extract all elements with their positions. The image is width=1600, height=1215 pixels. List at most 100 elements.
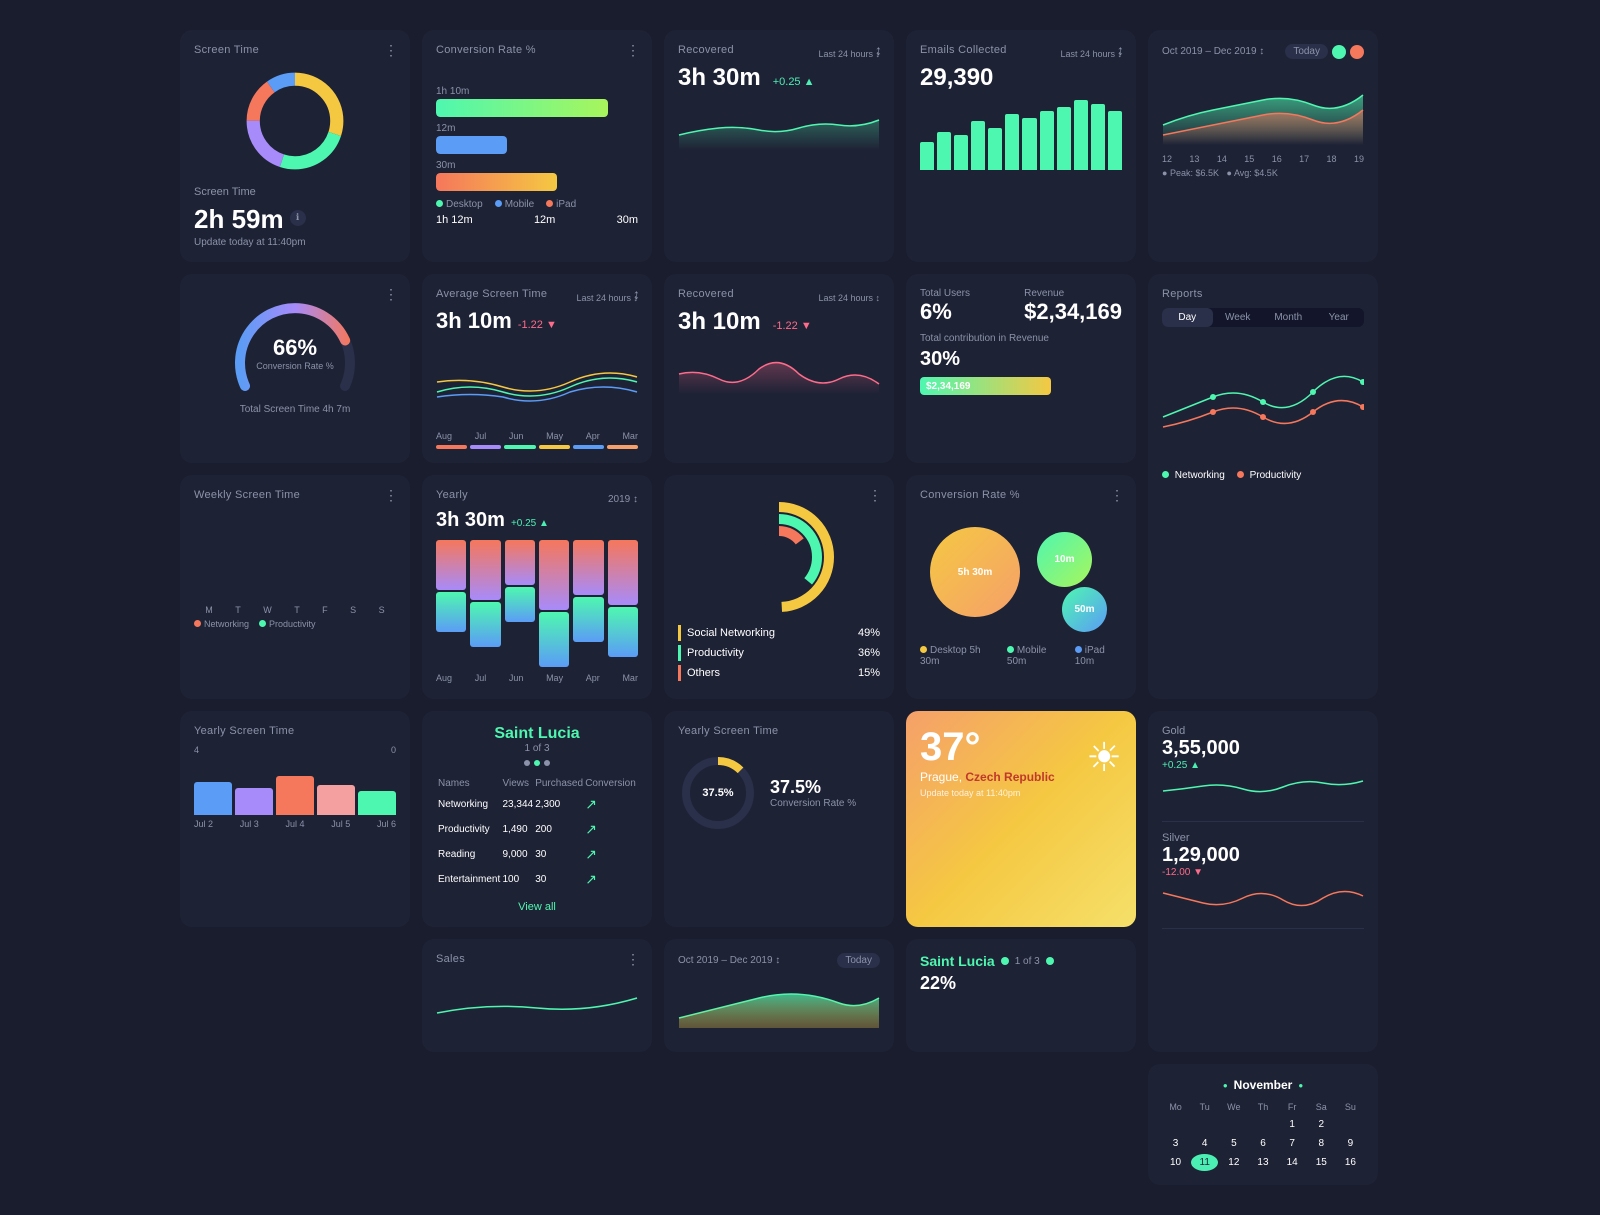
recovered-bottom-card: Recovered Last 24 hours ↕ 3h 10m -1.22 ▼ [664,274,894,463]
sales-menu[interactable]: ⋮ [626,951,640,968]
weather-temp: 37° [920,725,1055,770]
oct-dec-bottom-chart [678,968,880,1028]
cal-day-1[interactable]: 1 [1279,1116,1306,1133]
sl-row-2: Productivity 1,490 200 ↗ [438,818,636,841]
cal-day-3[interactable]: 3 [1162,1135,1189,1152]
productivity-dot [1237,471,1244,478]
cal-day-5[interactable]: 5 [1220,1135,1247,1152]
saint-lucia-sub: 1 of 3 [436,743,638,754]
sl-row-3: Reading 9,000 30 ↗ [438,843,636,866]
recovered-top-header: Recovered Last 24 hours ↕ ↕ [678,44,880,64]
sl-row4-purchased: 30 [535,868,583,891]
email-bar-2 [937,132,951,171]
avg-screen-menu[interactable]: ↕ [633,286,640,302]
ysb-3 [276,776,314,815]
dashboard: Screen Time ⋮ Screen Time 2h 59m ℹ Updat… [180,30,1420,1185]
cal-day-6[interactable]: 6 [1249,1135,1276,1152]
bar3-fill [436,173,557,191]
avg-screen-card: Average Screen Time Last 24 hours ↕ ↕ 3h… [422,274,652,463]
avg-screen-months: AugJulJunMayAprMar [436,431,638,441]
cal-day-13[interactable]: 13 [1249,1154,1276,1171]
contrib-bar: $2,34,169 [920,377,1051,395]
yearly-small-card: Yearly Screen Time 4 0 Jul 2 Jul 3 Jul 4… [180,711,410,927]
today-badge: Today [1285,44,1328,59]
cal-day-9[interactable]: 9 [1337,1135,1364,1152]
screen-time-update: Update today at 11:40pm [194,237,396,248]
yearly-change: +0.25 ▲ [511,518,549,529]
color-bar-4 [539,445,570,449]
weekly-menu[interactable]: ⋮ [384,487,398,504]
recovered-top-card: Recovered Last 24 hours ↕ ↕ 3h 30m +0.25… [664,30,894,262]
conv-rate-menu[interactable]: ⋮ [626,42,640,59]
tab-year[interactable]: Year [1314,308,1365,327]
weather-info: 37° Prague, Czech Republic Update today … [920,725,1055,798]
yearly-header: Yearly 2019 ↕ [436,489,638,509]
cal-day-8[interactable]: 8 [1308,1135,1335,1152]
oct-dec-header: Oct 2019 – Dec 2019 ↕ Today [1162,44,1364,59]
sl-row2-purchased: 200 [535,818,583,841]
emails-title: Emails Collected [920,44,1007,56]
bar-row-1: 1h 10m [436,86,638,117]
yearly-mid-card: Yearly Screen Time 37.5% 37.5% Conversio… [664,711,894,927]
ysb-1 [194,782,232,815]
productivity-label: Productivity [1250,470,1302,481]
ysb-2 [235,788,273,815]
radial-container: 37.5% [678,753,758,833]
color-bar-1 [436,445,467,449]
cal-hdr-th: Th [1249,1100,1276,1114]
conv-donut-menu[interactable]: ⋮ [868,487,882,504]
cal-day-4[interactable]: 4 [1191,1135,1218,1152]
ybar-6 [608,540,638,669]
yearly-mid-title: Yearly Screen Time [678,725,880,737]
cal-day-16[interactable]: 16 [1337,1154,1364,1171]
email-bar-11 [1091,104,1105,171]
oct-dec-bottom-title: Oct 2019 – Dec 2019 ↕ [678,955,780,966]
cal-day-11-today[interactable]: 11 [1191,1154,1218,1171]
cal-day-7[interactable]: 7 [1279,1135,1306,1152]
prod-dot [259,620,266,627]
sl-row2-views: 1,490 [503,818,534,841]
cal-next[interactable]: ● [1298,1081,1303,1090]
cal-day-14[interactable]: 14 [1279,1154,1306,1171]
mobile-dot [495,200,502,207]
net-dot [194,620,201,627]
cal-empty-4 [1249,1116,1276,1133]
recovered-top-menu[interactable]: ↕ [875,42,882,58]
contribution-label: Total contribution in Revenue [920,333,1122,344]
screen-time-value: 2h 59m [194,204,284,235]
bar3-track [436,173,638,191]
tab-month[interactable]: Month [1263,308,1314,327]
desktop-bubble-dot [920,646,927,653]
emails-card: Emails Collected Last 24 hours ↕ ↕ 29,39… [906,30,1136,262]
cal-hdr-fr: Fr [1279,1100,1306,1114]
recovered-top-title: Recovered [678,44,734,56]
cal-prev[interactable]: ● [1223,1081,1228,1090]
gauge-sub: Conversion Rate % [256,361,334,371]
ybar-4-prod [539,612,569,667]
avg-screen-change: -1.22 ▼ [518,319,557,331]
mobile-bubble-legend: Mobile 50m [1007,645,1063,667]
sl-row3-arrow: ↗ [585,843,636,866]
weather-sun-icon: ☀ [1086,735,1122,781]
reports-chart-svg [1162,337,1364,457]
tab-day[interactable]: Day [1162,308,1213,327]
sl-row-4: Entertainment 100 30 ↗ [438,868,636,891]
screen-time-menu[interactable]: ⋮ [384,42,398,59]
cal-day-2[interactable]: 2 [1308,1116,1335,1133]
emails-header: Emails Collected Last 24 hours ↕ ↕ [920,44,1122,64]
tab-week[interactable]: Week [1213,308,1264,327]
cal-day-10[interactable]: 10 [1162,1154,1189,1171]
bar1-fill [436,99,608,117]
emails-menu[interactable]: ↕ [1117,42,1124,58]
sales-header: Sales ⋮ [436,953,638,973]
cal-day-12[interactable]: 12 [1220,1154,1247,1171]
gold-chart [1162,771,1364,806]
view-all-link[interactable]: View all [436,901,638,913]
yearly-title: Yearly [436,489,468,501]
sl-row3-views: 9,000 [503,843,534,866]
weekly-title: Weekly Screen Time [194,489,300,501]
revenue-label: Revenue [1024,288,1122,299]
cal-day-15[interactable]: 15 [1308,1154,1335,1171]
bubbles-menu[interactable]: ⋮ [1110,487,1124,504]
silver-label: Silver [1162,832,1364,844]
